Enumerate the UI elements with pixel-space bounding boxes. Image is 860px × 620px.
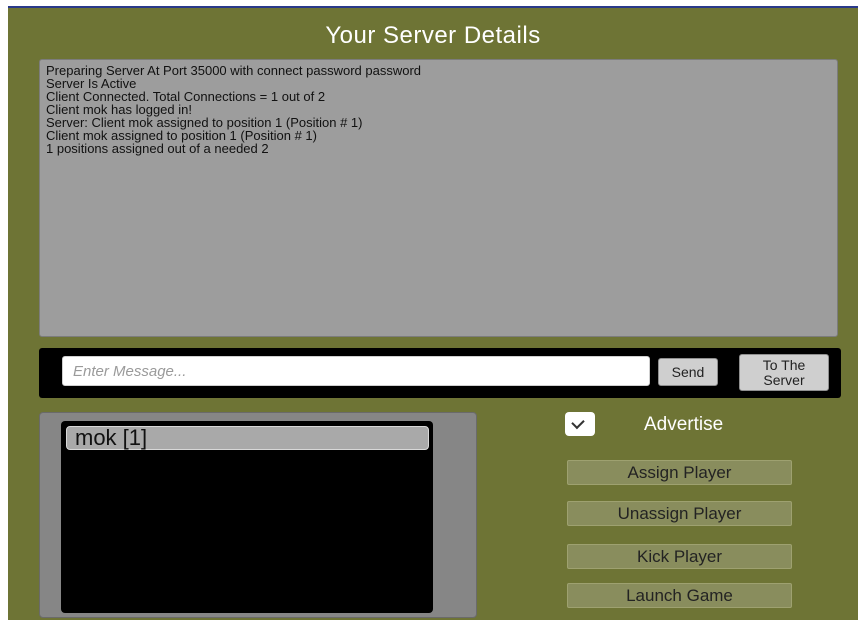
to-the-server-button[interactable]: To The Server <box>739 354 829 391</box>
player-list-frame: mok [1] <box>39 412 477 618</box>
checkmark-icon <box>571 415 585 430</box>
advertise-label: Advertise <box>644 414 724 435</box>
launch-game-button[interactable]: Launch Game <box>567 583 792 608</box>
player-list-item[interactable]: mok [1] <box>66 426 429 450</box>
page-title: Your Server Details <box>325 22 541 49</box>
server-details-panel: Your Server Details Preparing Server At … <box>8 6 858 620</box>
player-list[interactable]: mok [1] <box>61 421 433 613</box>
advertise-checkbox[interactable] <box>565 412 595 436</box>
unassign-player-button[interactable]: Unassign Player <box>567 501 792 526</box>
log-line: 1 positions assigned out of a needed 2 <box>46 141 269 156</box>
to-the-server-label-line2: Server <box>763 372 805 388</box>
log-line: Preparing Server At Port 35000 with conn… <box>46 63 422 78</box>
to-the-server-label-line1: To The <box>762 357 806 373</box>
send-button[interactable]: Send <box>658 358 718 386</box>
server-log: Preparing Server At Port 35000 with conn… <box>39 59 838 337</box>
message-bar: Send To The Server <box>39 348 841 398</box>
message-input[interactable] <box>62 356 650 386</box>
assign-player-button[interactable]: Assign Player <box>567 460 792 485</box>
kick-player-button[interactable]: Kick Player <box>567 544 792 569</box>
